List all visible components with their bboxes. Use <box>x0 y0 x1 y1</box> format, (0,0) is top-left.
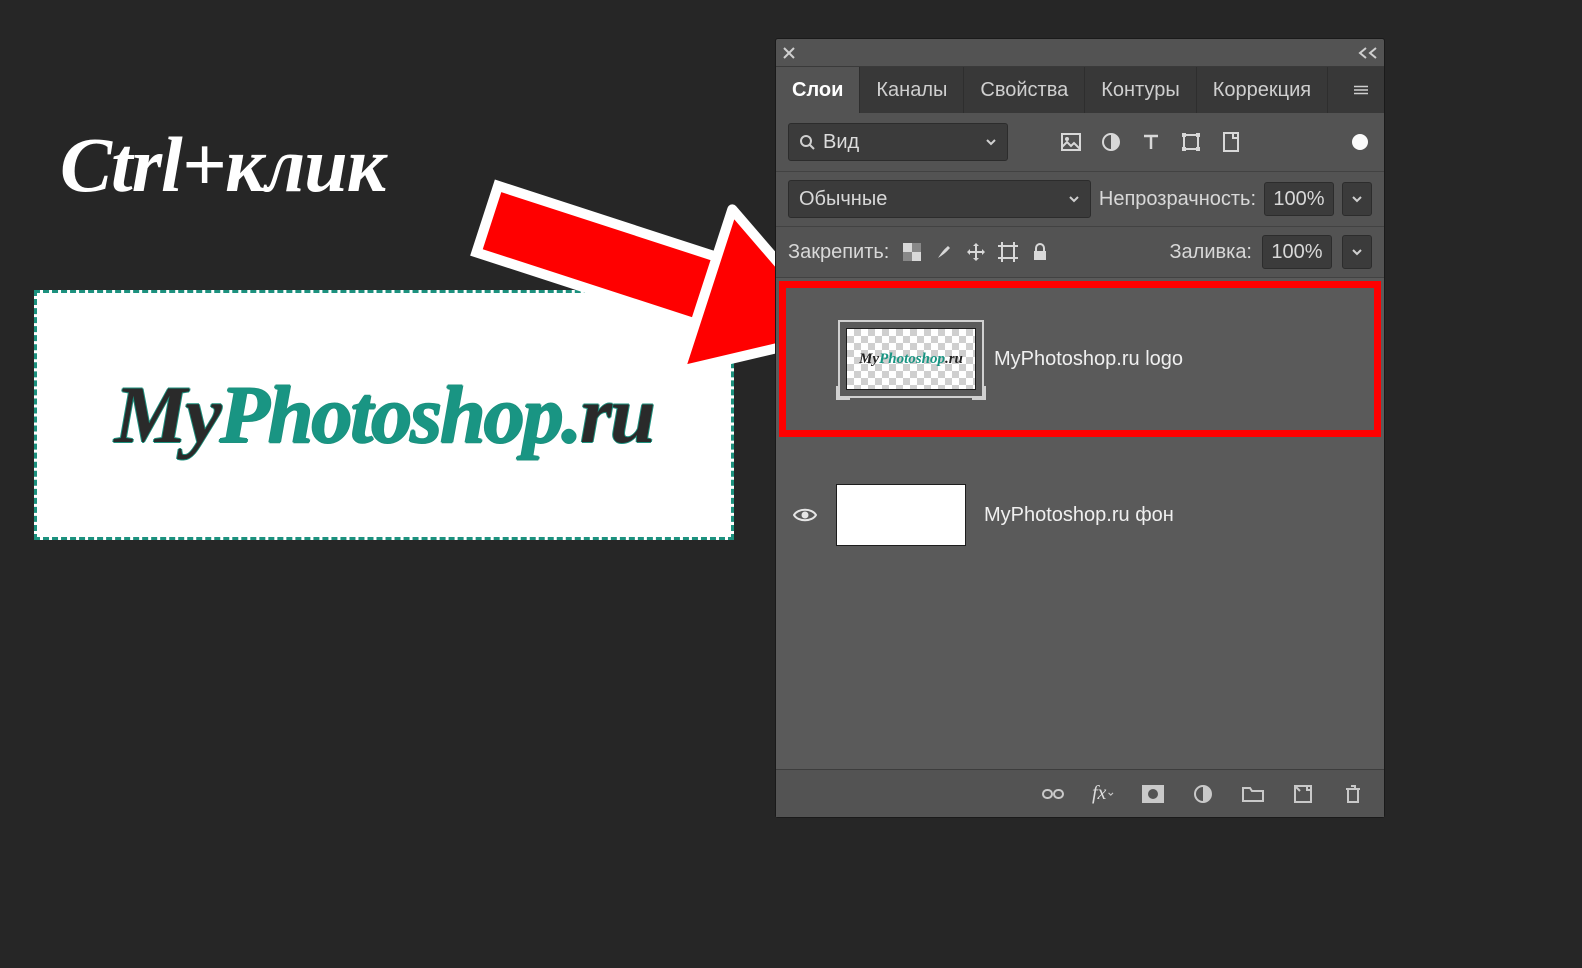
link-layers-icon[interactable] <box>1042 783 1064 805</box>
tab-properties[interactable]: Свойства <box>964 67 1085 113</box>
lock-artboard-icon[interactable] <box>997 241 1019 263</box>
panel-menu-icon[interactable] <box>1338 67 1384 113</box>
lock-label: Закрепить: <box>788 241 889 264</box>
close-icon[interactable] <box>782 46 796 60</box>
layer-name[interactable]: MyPhotoshop.ru фон <box>984 504 1174 527</box>
tab-adjustments[interactable]: Коррекция <box>1197 67 1328 113</box>
instruction-label: Ctrl+клик <box>60 120 385 210</box>
delete-layer-icon[interactable] <box>1342 783 1364 805</box>
new-layer-icon[interactable] <box>1292 783 1314 805</box>
opacity-label: Непрозрачность: <box>1099 188 1256 211</box>
fill-stepper[interactable] <box>1342 235 1372 269</box>
layer-thumbnail[interactable] <box>836 484 966 546</box>
lock-position-icon[interactable] <box>965 241 987 263</box>
visibility-toggle[interactable] <box>792 506 818 524</box>
search-icon <box>799 134 815 150</box>
fill-label: Заливка: <box>1169 241 1252 264</box>
layer-thumbnail[interactable]: MyPhotoshop.ru <box>846 328 976 390</box>
layers-panel: Слои Каналы Свойства Контуры Коррекция В… <box>775 38 1385 818</box>
lock-transparency-icon[interactable] <box>901 241 923 263</box>
filter-adjust-icon[interactable] <box>1100 131 1122 153</box>
collapse-icon[interactable] <box>1358 46 1378 60</box>
tab-layers[interactable]: Слои <box>776 67 860 113</box>
layer-fx-icon[interactable]: fx <box>1092 783 1114 805</box>
tab-channels[interactable]: Каналы <box>860 67 964 113</box>
filter-toggle[interactable] <box>1352 134 1368 150</box>
filter-type-icon[interactable] <box>1140 131 1162 153</box>
blend-mode-value: Обычные <box>799 188 887 211</box>
panel-tabs: Слои Каналы Свойства Контуры Коррекция <box>776 67 1384 113</box>
layer-row[interactable]: MyPhotoshop.ru MyPhotoshop.ru logo <box>779 281 1381 437</box>
layers-footer: fx <box>776 769 1384 817</box>
opacity-field[interactable]: 100% <box>1264 182 1334 216</box>
blend-mode-select[interactable]: Обычные <box>788 180 1091 218</box>
opacity-stepper[interactable] <box>1342 182 1372 216</box>
layer-name[interactable]: MyPhotoshop.ru logo <box>994 348 1183 371</box>
chevron-down-icon <box>985 131 997 154</box>
filter-pixel-icon[interactable] <box>1060 131 1082 153</box>
tab-paths[interactable]: Контуры <box>1085 67 1196 113</box>
search-kind-label: Вид <box>823 131 859 154</box>
lock-pixels-icon[interactable] <box>933 241 955 263</box>
layer-search-kind-select[interactable]: Вид <box>788 123 1008 161</box>
canvas-selected-image[interactable]: MyPhotoshop.ru <box>34 290 734 540</box>
layer-row[interactable]: MyPhotoshop.ru фон <box>776 440 1384 590</box>
fill-field[interactable]: 100% <box>1262 235 1332 269</box>
canvas-logo-text: MyPhotoshop.ru <box>114 368 653 462</box>
filter-smart-icon[interactable] <box>1220 131 1242 153</box>
filter-shape-icon[interactable] <box>1180 131 1202 153</box>
new-group-icon[interactable] <box>1242 783 1264 805</box>
layer-list: MyPhotoshop.ru MyPhotoshop.ru logo MyPho… <box>776 278 1384 769</box>
new-adjustment-icon[interactable] <box>1192 783 1214 805</box>
add-mask-icon[interactable] <box>1142 783 1164 805</box>
chevron-down-icon <box>1068 188 1080 211</box>
lock-all-icon[interactable] <box>1029 241 1051 263</box>
